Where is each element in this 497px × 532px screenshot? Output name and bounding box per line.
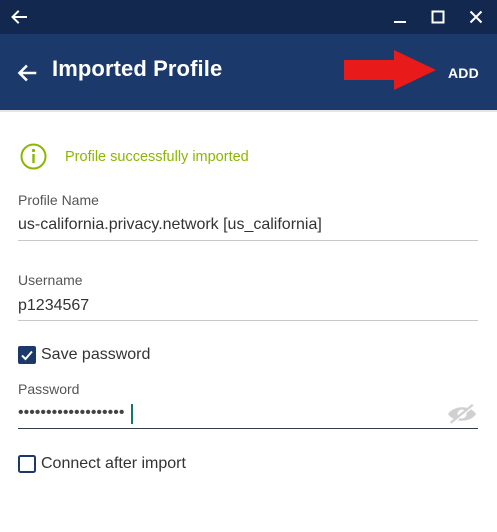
maximize-icon[interactable] — [424, 0, 452, 34]
eye-slash-icon[interactable] — [446, 403, 478, 425]
password-label: Password — [18, 381, 80, 397]
checkbox-unchecked-icon — [18, 455, 36, 473]
save-password-label: Save password — [41, 346, 151, 363]
profile-name-field[interactable]: us-california.privacy.network [us_califo… — [18, 216, 322, 234]
back-button[interactable] — [14, 60, 40, 86]
window-titlebar — [0, 0, 497, 34]
header-divider — [0, 110, 497, 112]
username-underline — [18, 320, 478, 321]
import-status: Profile successfully imported — [20, 143, 249, 170]
connect-after-import-label: Connect after import — [41, 455, 186, 472]
status-message: Profile successfully imported — [65, 148, 249, 165]
save-password-checkbox[interactable]: Save password — [18, 346, 150, 364]
add-button[interactable]: ADD — [448, 65, 479, 81]
checkbox-checked-icon — [18, 346, 36, 364]
info-circle-icon — [20, 143, 47, 170]
text-cursor — [131, 404, 133, 424]
password-underline — [18, 428, 478, 429]
profile-name-label: Profile Name — [18, 192, 99, 208]
arrow-left-icon[interactable] — [6, 0, 32, 34]
username-label: Username — [18, 272, 83, 288]
close-icon[interactable] — [462, 0, 490, 34]
page-header: Imported Profile ADD — [0, 34, 497, 110]
password-field[interactable]: ••••••••••••••••••• — [18, 404, 124, 422]
minimize-icon[interactable] — [386, 0, 414, 34]
red-arrow-icon — [344, 50, 436, 90]
profile-name-underline — [18, 240, 478, 241]
page-title: Imported Profile — [52, 56, 223, 81]
username-field[interactable]: p1234567 — [18, 297, 89, 315]
connect-after-import-checkbox[interactable]: Connect after import — [18, 455, 186, 473]
arrow-left-icon — [17, 64, 37, 82]
